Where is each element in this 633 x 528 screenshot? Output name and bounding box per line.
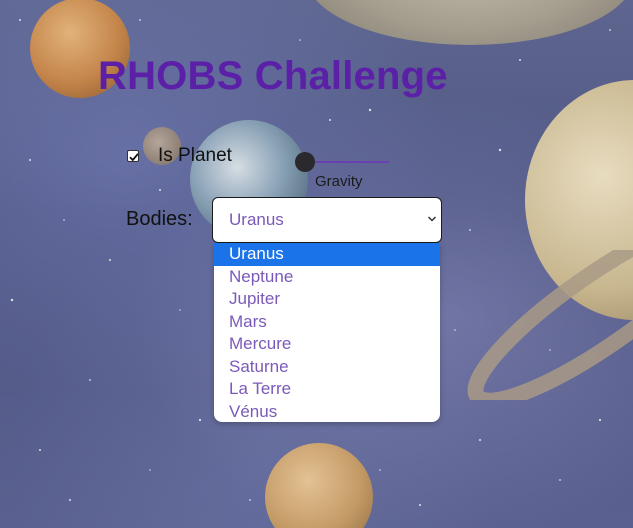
bodies-select-value: Uranus: [229, 210, 284, 229]
gravity-slider-thumb[interactable]: [295, 152, 315, 172]
option-saturne[interactable]: Saturne: [214, 356, 440, 379]
bodies-select[interactable]: Uranus: [212, 197, 442, 243]
check-icon: [129, 153, 139, 162]
option-mars[interactable]: Mars: [214, 311, 440, 334]
option-la-terre[interactable]: La Terre: [214, 378, 440, 401]
is-planet-label: Is Planet: [158, 145, 232, 166]
bodies-dropdown-list: Uranus Neptune Jupiter Mars Mercure Satu…: [214, 243, 440, 422]
saturn-rings: [467, 250, 633, 400]
bodies-label: Bodies:: [126, 208, 193, 230]
option-neptune[interactable]: Neptune: [214, 266, 440, 289]
app-background: RHOBS Challenge Is Planet Gravity Bodies…: [0, 0, 633, 528]
option-uranus[interactable]: Uranus: [214, 243, 440, 266]
option-jupiter[interactable]: Jupiter: [214, 288, 440, 311]
planet-bottom-mars: [265, 443, 373, 528]
gravity-label: Gravity: [315, 173, 363, 190]
page-title: RHOBS Challenge: [98, 54, 448, 98]
planet-top-center: [305, 0, 633, 45]
chevron-down-icon: [427, 216, 437, 222]
is-planet-checkbox[interactable]: [127, 150, 139, 162]
option-mercure[interactable]: Mercure: [214, 333, 440, 356]
option-venus[interactable]: Vénus: [214, 401, 440, 423]
